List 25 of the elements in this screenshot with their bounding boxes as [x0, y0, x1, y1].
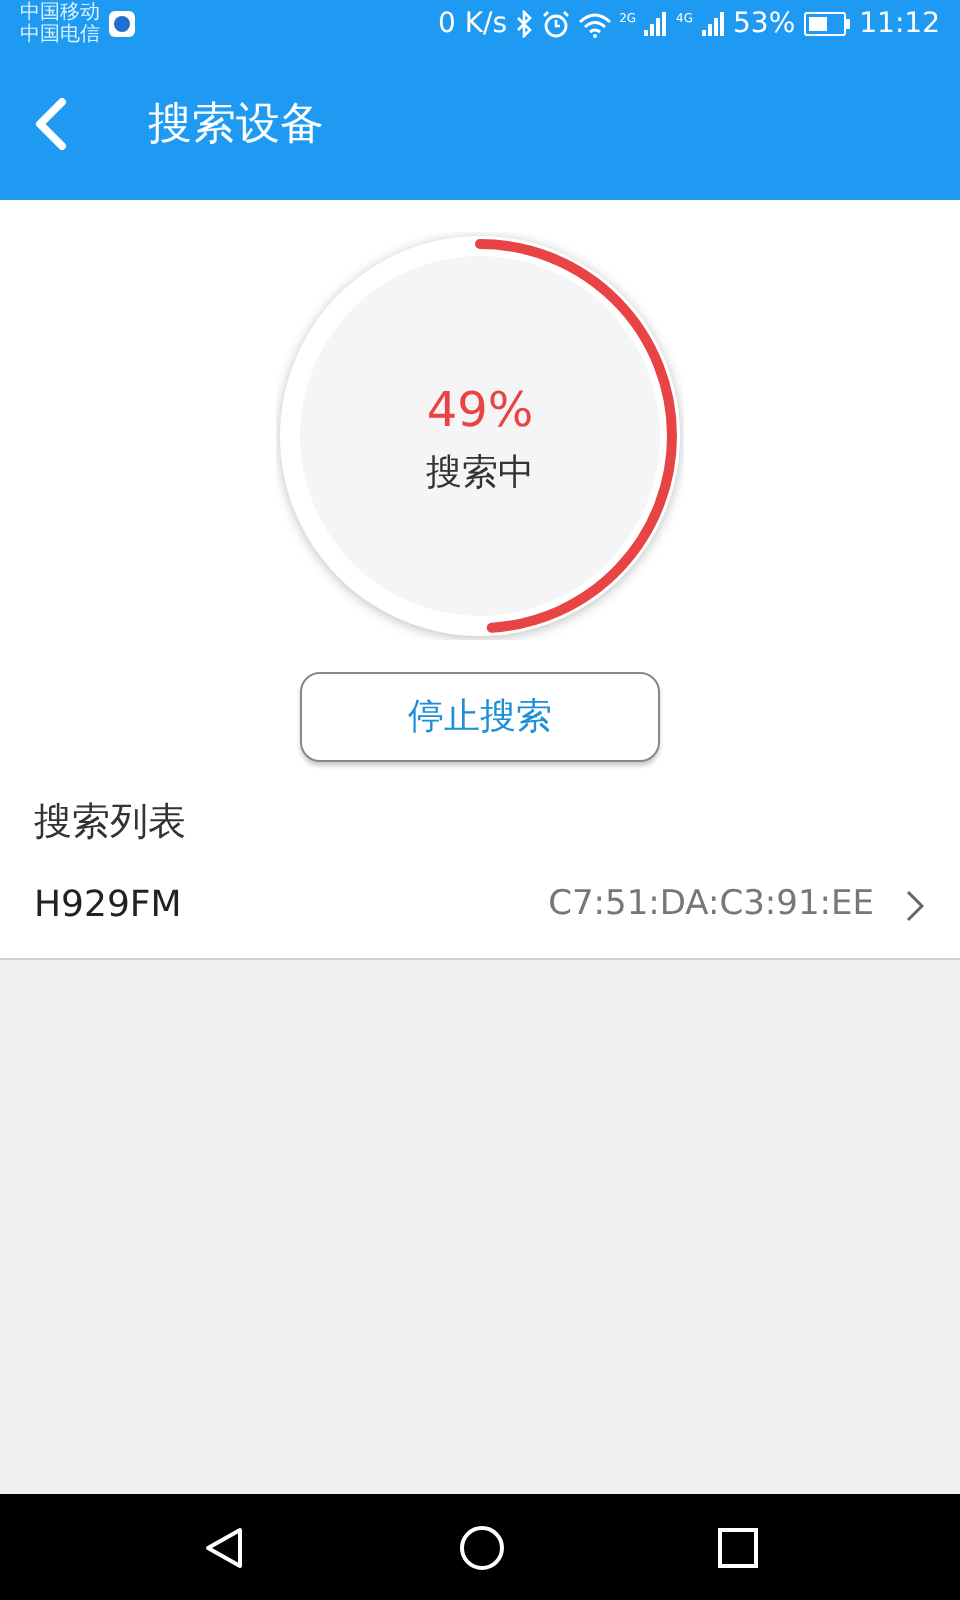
device-name: H929FM [34, 882, 182, 930]
signal-icon [644, 12, 669, 36]
clock-time: 11:12 [859, 5, 940, 43]
back-icon[interactable] [32, 98, 68, 150]
chevron-right-icon [906, 889, 924, 921]
back-nav-icon[interactable] [202, 1525, 246, 1569]
device-address: C7:51:DA:C3:91:EE [548, 881, 874, 928]
carrier-name: 中国电信 [20, 24, 100, 46]
alarm-icon [541, 10, 570, 38]
battery-icon [803, 12, 852, 36]
network-speed: 0 K/s [438, 5, 508, 43]
list-title: 搜索列表 [32, 798, 188, 848]
progress-percent: 49% [426, 379, 534, 441]
carrier-name: 中国移动 [20, 2, 100, 24]
battery-percent: 53% [733, 5, 796, 43]
device-row[interactable]: H929FM C7:51:DA:C3:91:EE [0, 851, 960, 959]
signal-icon [701, 12, 726, 36]
progress-status: 搜索中 [426, 449, 534, 497]
home-nav-icon[interactable] [458, 1523, 506, 1571]
recents-nav-icon[interactable] [718, 1527, 758, 1567]
page-title: 搜索设备 [148, 97, 324, 153]
app-icon [108, 10, 136, 38]
bluetooth-icon [515, 10, 534, 38]
wifi-icon [577, 11, 612, 37]
stop-search-button[interactable]: 停止搜索 [300, 672, 660, 762]
